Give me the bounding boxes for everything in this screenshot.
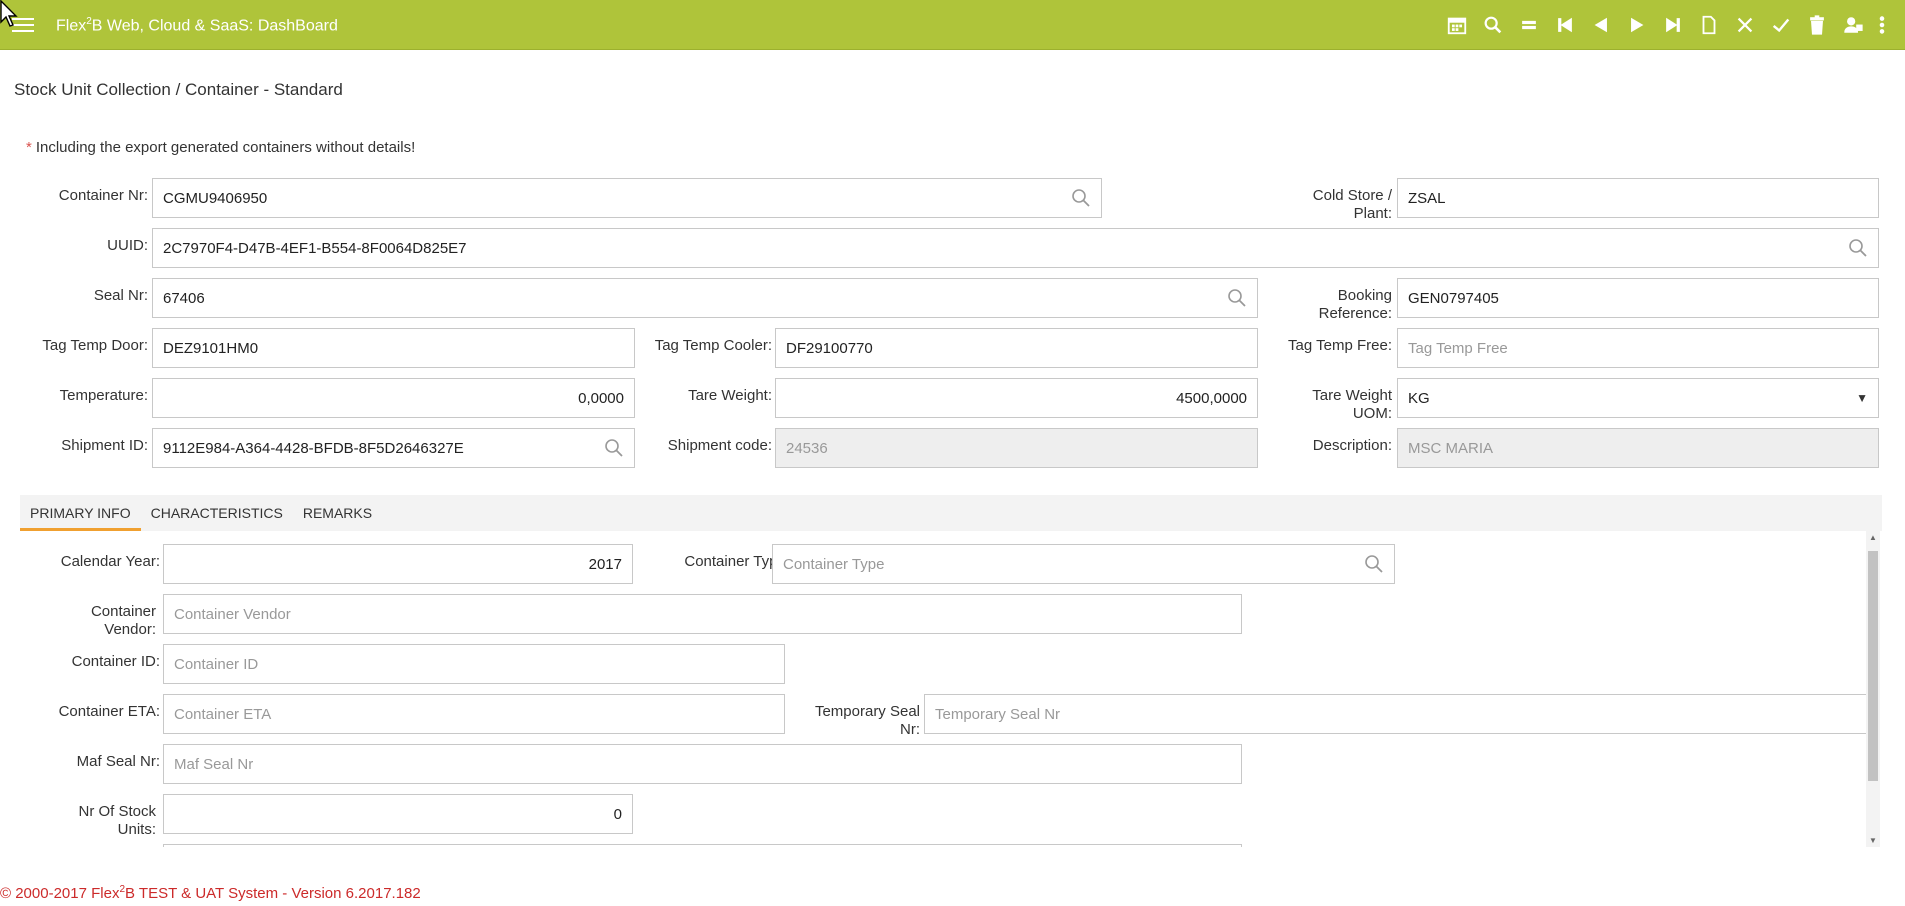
- calendar-year-field[interactable]: 2017: [163, 544, 633, 584]
- maf-seal-label: Maf Seal Nr:: [76, 753, 160, 770]
- cold-store-field[interactable]: ZSAL: [1397, 178, 1879, 218]
- container-type-label: Container Type:: [684, 553, 790, 570]
- search-icon[interactable]: [1071, 188, 1091, 208]
- tare-weight-field[interactable]: 4500,0000: [775, 378, 1258, 418]
- container-nr-field[interactable]: CGMU9406950: [152, 178, 1102, 218]
- shipment-code-label: Shipment code:: [667, 437, 772, 454]
- tab-characteristics[interactable]: CHARACTERISTICS: [141, 495, 293, 531]
- search-icon[interactable]: [1364, 554, 1384, 574]
- equals-icon[interactable]: [1511, 12, 1547, 38]
- booking-reference-label: Booking Reference:: [1318, 287, 1392, 322]
- nr-stock-units-field[interactable]: 0: [163, 794, 633, 834]
- confirm-icon[interactable]: [1763, 12, 1799, 38]
- more-options-icon[interactable]: [1871, 12, 1893, 38]
- uuid-field[interactable]: 2C7970F4-D47B-4EF1-B554-8F0064D825E7: [152, 228, 1879, 268]
- page-title: Stock Unit Collection / Container - Stan…: [14, 80, 343, 99]
- tag-temp-cooler-field[interactable]: DF29100770: [775, 328, 1258, 368]
- container-type-field[interactable]: Container Type: [772, 544, 1395, 584]
- next-field-partial[interactable]: [163, 844, 1242, 847]
- seal-nr-label: Seal Nr:: [93, 287, 148, 304]
- container-id-label: Container ID:: [71, 653, 160, 670]
- tag-temp-free-field[interactable]: Tag Temp Free: [1397, 328, 1879, 368]
- first-record-icon[interactable]: [1547, 12, 1583, 38]
- tare-weight-label: Tare Weight:: [688, 387, 772, 404]
- container-vendor-label: Container Vendor:: [90, 603, 156, 638]
- container-eta-label: Container ETA:: [58, 703, 160, 720]
- tare-weight-uom-select[interactable]: KG ▼: [1397, 378, 1879, 418]
- tab-remarks[interactable]: REMARKS: [293, 495, 382, 531]
- maf-seal-field[interactable]: Maf Seal Nr: [163, 744, 1242, 784]
- tag-temp-cooler-label: Tag Temp Cooler:: [654, 337, 772, 354]
- booking-reference-field[interactable]: GEN0797405: [1397, 278, 1879, 318]
- nr-stock-units-label: Nr Of Stock Units:: [78, 803, 156, 838]
- calendar-year-label: Calendar Year:: [60, 553, 160, 570]
- info-note: * Including the export generated containe…: [26, 139, 416, 156]
- container-vendor-field[interactable]: Container Vendor: [163, 594, 1242, 634]
- container-id-field[interactable]: Container ID: [163, 644, 785, 684]
- chevron-down-icon[interactable]: ▼: [1856, 391, 1868, 405]
- app-header: Flex2B Web, Cloud & SaaS: DashBoard: [0, 0, 1905, 50]
- last-record-icon[interactable]: [1655, 12, 1691, 38]
- scroll-down-icon[interactable]: ▼: [1868, 836, 1878, 845]
- mouse-cursor-icon: [0, 0, 18, 27]
- delete-icon[interactable]: [1799, 12, 1835, 38]
- next-record-icon[interactable]: [1619, 12, 1655, 38]
- temporary-seal-field[interactable]: Temporary Seal Nr: [924, 694, 1870, 734]
- primary-info-panel: Calendar Year: 2017 Container Type: Cont…: [20, 531, 1870, 847]
- tag-temp-door-label: Tag Temp Door:: [42, 337, 148, 354]
- toolbar: [1439, 12, 1893, 38]
- uuid-label: UUID:: [107, 237, 148, 254]
- scroll-up-icon[interactable]: ▲: [1868, 533, 1878, 542]
- temperature-field[interactable]: 0,0000: [152, 378, 635, 418]
- user-icon[interactable]: [1835, 12, 1871, 38]
- tare-weight-uom-label: Tare Weight UOM:: [1312, 387, 1392, 422]
- container-eta-field[interactable]: Container ETA: [163, 694, 785, 734]
- shipment-id-label: Shipment ID:: [61, 437, 148, 454]
- search-icon[interactable]: [1848, 238, 1868, 258]
- tag-temp-free-label: Tag Temp Free:: [1288, 337, 1392, 354]
- container-nr-label: Container Nr:: [58, 187, 148, 204]
- shipment-id-field[interactable]: 9112E984-A364-4428-BFDB-8F5D2646327E: [152, 428, 635, 468]
- temporary-seal-label: Temporary Seal Nr:: [814, 703, 920, 738]
- panel-scrollbar[interactable]: ▲ ▼: [1866, 531, 1880, 847]
- cancel-icon[interactable]: [1727, 12, 1763, 38]
- description-label: Description:: [1312, 437, 1392, 454]
- new-document-icon[interactable]: [1691, 12, 1727, 38]
- app-title: Flex2B Web, Cloud & SaaS: DashBoard: [56, 16, 338, 35]
- calendar-icon[interactable]: [1439, 12, 1475, 38]
- tag-temp-door-field[interactable]: DEZ9101HM0: [152, 328, 635, 368]
- search-icon[interactable]: [604, 438, 624, 458]
- temperature-label: Temperature:: [59, 387, 148, 404]
- cold-store-label: Cold Store / Plant:: [1312, 187, 1392, 222]
- seal-nr-field[interactable]: 67406: [152, 278, 1258, 318]
- scrollbar-thumb[interactable]: [1868, 551, 1878, 781]
- description-field: MSC MARIA: [1397, 428, 1879, 468]
- shipment-code-field: 24536: [775, 428, 1258, 468]
- tab-primary-info[interactable]: PRIMARY INFO: [20, 495, 141, 531]
- search-icon[interactable]: [1227, 288, 1247, 308]
- previous-record-icon[interactable]: [1583, 12, 1619, 38]
- search-icon[interactable]: [1475, 12, 1511, 38]
- footer-copyright: © 2000-2017 Flex2B TEST & UAT System - V…: [0, 884, 421, 902]
- tab-bar: PRIMARY INFO CHARACTERISTICS REMARKS: [20, 495, 1882, 531]
